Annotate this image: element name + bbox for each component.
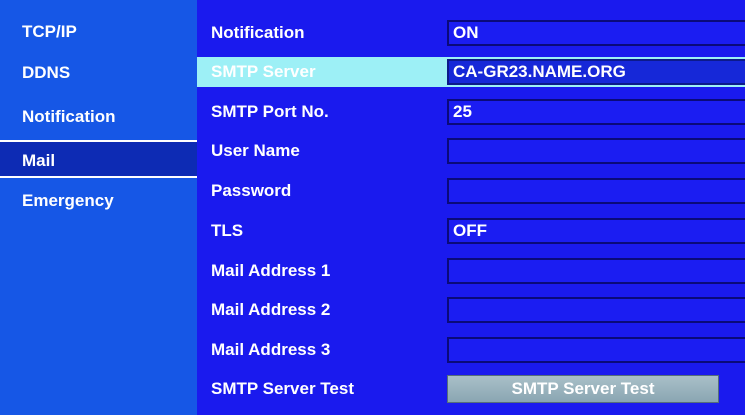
user-name-label: User Name: [211, 141, 300, 160]
mail-address-1-field[interactable]: [447, 258, 745, 284]
smtp-port-row: SMTP Port No. 25: [197, 97, 745, 127]
password-row: Password: [197, 176, 745, 206]
sidebar-item-emergency[interactable]: Emergency: [0, 182, 197, 220]
sidebar-item-label: Emergency: [22, 191, 114, 210]
mail-settings-screen: TCP/IP DDNS Notification Mail Emergency …: [0, 0, 745, 415]
sidebar-item-label: Notification: [22, 107, 116, 126]
mail-address-2-row: Mail Address 2: [197, 295, 745, 325]
notification-field[interactable]: ON: [447, 20, 745, 46]
smtp-server-test-button[interactable]: SMTP Server Test: [447, 375, 719, 403]
smtp-port-field[interactable]: 25: [447, 99, 745, 125]
mail-address-3-field[interactable]: [447, 337, 745, 363]
mail-address-1-row: Mail Address 1: [197, 256, 745, 286]
sidebar-item-mail[interactable]: Mail: [0, 140, 197, 178]
sidebar-item-label: TCP/IP: [22, 22, 77, 41]
password-field[interactable]: [447, 178, 745, 204]
mail-address-3-label: Mail Address 3: [211, 340, 331, 359]
mail-settings-panel: Notification ON SMTP Server CA-GR23.NAME…: [197, 0, 745, 415]
tls-row: TLS OFF: [197, 216, 745, 246]
sidebar-item-label: Mail: [22, 151, 56, 170]
smtp-server-test-label: SMTP Server Test: [211, 379, 354, 398]
sidebar-item-notification[interactable]: Notification: [0, 98, 197, 136]
tls-label: TLS: [211, 221, 244, 240]
user-name-field[interactable]: [447, 138, 745, 164]
sidebar-item-ddns[interactable]: DDNS: [0, 54, 197, 92]
smtp-server-row: SMTP Server CA-GR23.NAME.ORG: [197, 57, 745, 87]
sidebar-item-tcpip[interactable]: TCP/IP: [0, 13, 197, 51]
smtp-port-label: SMTP Port No.: [211, 102, 329, 121]
mail-address-2-label: Mail Address 2: [211, 300, 331, 319]
notification-label: Notification: [211, 23, 305, 42]
sidebar-item-label: DDNS: [22, 63, 71, 82]
notification-row: Notification ON: [197, 18, 745, 48]
user-name-row: User Name: [197, 136, 745, 166]
password-label: Password: [211, 181, 292, 200]
tls-field[interactable]: OFF: [447, 218, 745, 244]
smtp-server-field[interactable]: CA-GR23.NAME.ORG: [447, 59, 745, 85]
mail-address-1-label: Mail Address 1: [211, 261, 331, 280]
mail-address-3-row: Mail Address 3: [197, 335, 745, 365]
smtp-server-test-row: SMTP Server Test SMTP Server Test: [197, 374, 745, 404]
smtp-server-label: SMTP Server: [211, 62, 316, 81]
sidebar-menu: TCP/IP DDNS Notification Mail Emergency: [0, 0, 197, 415]
mail-address-2-field[interactable]: [447, 297, 745, 323]
